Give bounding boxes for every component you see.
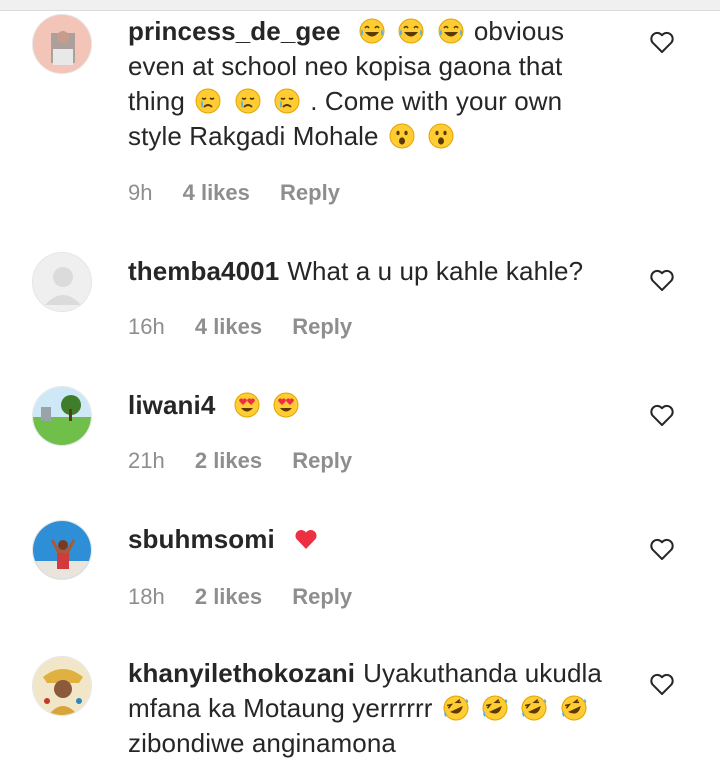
- comment-username[interactable]: khanyilethokozani: [128, 658, 355, 688]
- reply-button[interactable]: Reply: [292, 448, 352, 473]
- heart-eyes-emoji: [234, 392, 260, 418]
- comment-text: zibondiwe anginamona: [128, 728, 396, 758]
- comment-time: 18h: [128, 584, 165, 609]
- crying-face-emoji: [274, 88, 300, 114]
- comment-text: What a u up kahle kahle?: [287, 256, 584, 286]
- astonished-face-emoji: [389, 123, 415, 149]
- heart-outline-icon[interactable]: [648, 535, 676, 563]
- avatar[interactable]: [32, 520, 92, 580]
- comment-likes[interactable]: 4 likes: [195, 314, 262, 339]
- rolling-laughing-emoji: [521, 695, 547, 721]
- comment-body: liwani4: [128, 388, 618, 423]
- comment-username[interactable]: themba4001: [128, 256, 279, 286]
- top-divider: [0, 0, 720, 11]
- heart-outline-icon[interactable]: [648, 266, 676, 294]
- comment-username[interactable]: liwani4: [128, 390, 215, 420]
- comment-meta: 18h 2 likes Reply: [128, 584, 376, 610]
- comment-meta: 16h 4 likes Reply: [128, 314, 376, 340]
- comment-time: 9h: [128, 180, 153, 205]
- comment-body: sbuhmsomi: [128, 522, 618, 557]
- avatar[interactable]: [32, 14, 92, 74]
- comment-username[interactable]: sbuhmsomi: [128, 524, 275, 554]
- heart-eyes-emoji: [273, 392, 299, 418]
- comment-body: themba4001 What a u up kahle kahle?: [128, 254, 618, 289]
- crying-face-emoji: [195, 88, 221, 114]
- heart-outline-icon[interactable]: [648, 28, 676, 56]
- avatar[interactable]: [32, 252, 92, 312]
- reply-button[interactable]: Reply: [292, 584, 352, 609]
- red-heart-emoji: [293, 526, 319, 552]
- comment-time: 21h: [128, 448, 165, 473]
- tears-of-joy-emoji: [359, 18, 385, 44]
- comment-body: khanyilethokozani Uyakuthanda ukudla mfan…: [128, 656, 618, 761]
- rolling-laughing-emoji: [482, 695, 508, 721]
- rolling-laughing-emoji: [443, 695, 469, 721]
- avatar[interactable]: [32, 386, 92, 446]
- comment-text: . Come with your own style Rakgadi Mohal…: [128, 86, 563, 151]
- heart-outline-icon[interactable]: [648, 401, 676, 429]
- crying-face-emoji: [235, 88, 261, 114]
- comment-time: 16h: [128, 314, 165, 339]
- comment-body: princess_de_gee obvious even at school n…: [128, 14, 618, 154]
- comment-likes[interactable]: 4 likes: [183, 180, 250, 205]
- comment-likes[interactable]: 2 likes: [195, 584, 262, 609]
- tears-of-joy-emoji: [398, 18, 424, 44]
- astonished-face-emoji: [428, 123, 454, 149]
- tears-of-joy-emoji: [438, 18, 464, 44]
- avatar[interactable]: [32, 656, 92, 716]
- comment-likes[interactable]: 2 likes: [195, 448, 262, 473]
- reply-button[interactable]: Reply: [292, 314, 352, 339]
- comment-meta: 9h 4 likes Reply: [128, 180, 364, 206]
- heart-outline-icon[interactable]: [648, 670, 676, 698]
- rolling-laughing-emoji: [561, 695, 587, 721]
- reply-button[interactable]: Reply: [280, 180, 340, 205]
- comment-username[interactable]: princess_de_gee: [128, 16, 341, 46]
- comment-meta: 21h 2 likes Reply: [128, 448, 376, 474]
